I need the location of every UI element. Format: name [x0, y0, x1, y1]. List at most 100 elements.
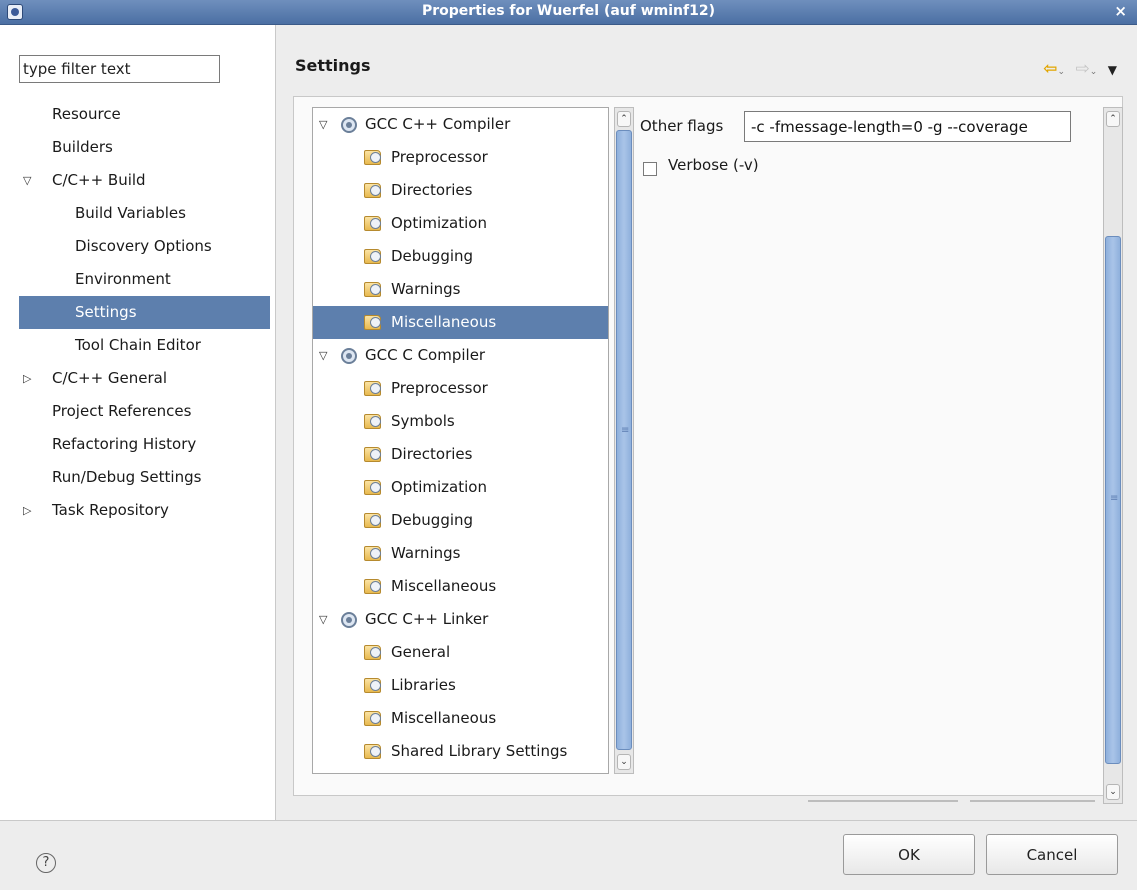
divider [808, 800, 958, 802]
forward-dropdown-icon[interactable]: ⌄ [1090, 67, 1098, 77]
back-dropdown-icon[interactable]: ⌄ [1058, 67, 1066, 77]
tree-item-label: Shared Library Settings [391, 742, 568, 760]
window-titlebar: Properties for Wuerfel (auf wminf12) × [0, 0, 1137, 25]
nav-item-refactoring-history[interactable]: Refactoring History [19, 428, 270, 461]
close-icon[interactable]: × [1114, 2, 1127, 20]
help-icon[interactable]: ? [36, 853, 56, 873]
tree-item-optimization[interactable]: Optimization [313, 471, 608, 504]
property-pages-pane: Resource Builders ▽ C/C++ Build Build Variab… [0, 25, 276, 820]
option-category-icon [364, 315, 381, 330]
nav-item-builders[interactable]: Builders [19, 131, 270, 164]
nav-item-environment[interactable]: Environment [19, 263, 270, 296]
expanded-triangle-icon[interactable]: ▽ [319, 603, 327, 636]
nav-item-c-c-build[interactable]: ▽ C/C++ Build [19, 164, 270, 197]
settings-scrollbar[interactable]: ⌃ ≡ ⌄ [1103, 107, 1123, 804]
nav-item-label: Resource [52, 105, 121, 123]
tree-item-general[interactable]: General [313, 636, 608, 669]
tree-item-label: Warnings [391, 544, 461, 562]
expanded-triangle-icon[interactable]: ▽ [319, 108, 327, 141]
option-category-icon [364, 546, 381, 561]
tree-item-label: Optimization [391, 478, 487, 496]
scroll-down-arrow-icon[interactable]: ⌄ [1106, 784, 1120, 800]
collapsed-triangle-icon[interactable]: ▷ [23, 362, 31, 395]
option-category-icon [364, 150, 381, 165]
history-nav: ⇦⌄ ⇨⌄ ▼ [1037, 59, 1117, 79]
nav-item-label: Refactoring History [52, 435, 197, 453]
tool-gear-icon [341, 612, 357, 628]
tool-gear-icon [341, 348, 357, 364]
tree-item-debugging[interactable]: Debugging [313, 240, 608, 273]
option-category-icon [364, 414, 381, 429]
tree-item-label: GCC C++ Linker [365, 610, 489, 628]
dialog-footer: ? OK Cancel [0, 820, 1137, 890]
option-category-icon [364, 381, 381, 396]
tree-item-label: Directories [391, 181, 473, 199]
tree-item-directories[interactable]: Directories [313, 174, 608, 207]
tree-item-gcc-c-compiler[interactable]: ▽ GCC C++ Compiler [313, 108, 608, 141]
settings-scrollbar-thumb[interactable]: ≡ [1105, 236, 1121, 764]
tree-item-preprocessor[interactable]: Preprocessor [313, 141, 608, 174]
nav-item-build-variables[interactable]: Build Variables [19, 197, 270, 230]
nav-item-label: Builders [52, 138, 113, 156]
verbose-label[interactable]: Verbose (-v) [668, 156, 759, 174]
nav-item-run-debug-settings[interactable]: Run/Debug Settings [19, 461, 270, 494]
nav-item-label: Build Variables [75, 204, 186, 222]
window-title: Properties for Wuerfel (auf wminf12) [422, 3, 715, 19]
tree-item-label: GCC C Compiler [365, 346, 486, 364]
tree-item-preprocessor[interactable]: Preprocessor [313, 372, 608, 405]
tree-item-miscellaneous[interactable]: Miscellaneous [313, 702, 608, 735]
tree-item-symbols[interactable]: Symbols [313, 405, 608, 438]
ok-button[interactable]: OK [843, 834, 975, 875]
option-category-icon [364, 480, 381, 495]
nav-item-task-repository[interactable]: ▷ Task Repository [19, 494, 270, 527]
collapsed-triangle-icon[interactable]: ▷ [23, 494, 31, 527]
tool-gear-icon [341, 117, 357, 133]
back-arrow-icon[interactable]: ⇦ [1043, 59, 1057, 79]
other-flags-label: Other flags [640, 117, 724, 135]
nav-item-discovery-options[interactable]: Discovery Options [19, 230, 270, 263]
nav-item-label: Tool Chain Editor [75, 336, 201, 354]
tree-item-optimization[interactable]: Optimization [313, 207, 608, 240]
tree-item-warnings[interactable]: Warnings [313, 273, 608, 306]
tree-item-miscellaneous[interactable]: Miscellaneous [313, 306, 608, 339]
tree-item-libraries[interactable]: Libraries [313, 669, 608, 702]
scroll-down-arrow-icon[interactable]: ⌄ [617, 754, 631, 770]
tree-item-label: Miscellaneous [391, 577, 497, 595]
page-header: Settings ⇦⌄ ⇨⌄ ▼ [277, 25, 1137, 95]
scroll-up-arrow-icon[interactable]: ⌃ [1106, 111, 1120, 127]
tree-item-debugging[interactable]: Debugging [313, 504, 608, 537]
expanded-triangle-icon[interactable]: ▽ [23, 164, 31, 197]
tree-scrollbar[interactable]: ⌃ ≡ ⌄ [614, 107, 634, 774]
option-category-icon [364, 645, 381, 660]
expanded-triangle-icon[interactable]: ▽ [319, 339, 327, 372]
verbose-checkbox[interactable] [643, 162, 657, 176]
tree-item-directories[interactable]: Directories [313, 438, 608, 471]
tree-item-gcc-c-compiler[interactable]: ▽ GCC C Compiler [313, 339, 608, 372]
scrollbar-grip-icon: ≡ [1110, 493, 1119, 504]
cancel-button[interactable]: Cancel [986, 834, 1118, 875]
forward-arrow-icon[interactable]: ⇨ [1076, 59, 1090, 79]
option-category-icon [364, 579, 381, 594]
option-category-icon [364, 282, 381, 297]
tree-item-gcc-c-linker[interactable]: ▽ GCC C++ Linker [313, 603, 608, 636]
other-flags-field[interactable] [744, 111, 1071, 142]
nav-item-settings[interactable]: Settings [19, 296, 270, 329]
tree-item-label: GCC C++ Compiler [365, 115, 511, 133]
tree-item-miscellaneous[interactable]: Miscellaneous [313, 570, 608, 603]
option-category-icon [364, 183, 381, 198]
page-title: Settings [295, 56, 371, 75]
tree-item-label: Preprocessor [391, 148, 488, 166]
nav-item-label: Task Repository [52, 501, 169, 519]
view-menu-icon[interactable]: ▼ [1108, 63, 1117, 77]
scroll-up-arrow-icon[interactable]: ⌃ [617, 111, 631, 127]
tree-item-warnings[interactable]: Warnings [313, 537, 608, 570]
tree-item-shared-library-settings[interactable]: Shared Library Settings [313, 735, 608, 768]
nav-item-tool-chain-editor[interactable]: Tool Chain Editor [19, 329, 270, 362]
option-category-icon [364, 711, 381, 726]
nav-item-project-references[interactable]: Project References [19, 395, 270, 428]
filter-input[interactable] [19, 55, 220, 83]
tree-scrollbar-thumb[interactable]: ≡ [616, 130, 632, 750]
nav-item-resource[interactable]: Resource [19, 98, 270, 131]
option-category-icon [364, 513, 381, 528]
nav-item-c-c-general[interactable]: ▷ C/C++ General [19, 362, 270, 395]
